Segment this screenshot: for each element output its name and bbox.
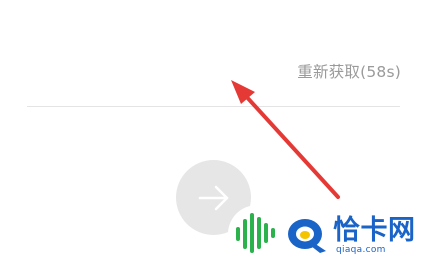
watermark-brand-name: 恰卡网 [333, 215, 416, 246]
arrow-right-icon [198, 185, 228, 210]
input-underline [27, 106, 400, 107]
watermark-q-logo-icon [288, 219, 326, 253]
verification-screen: 重新获取(58s) 恰卡网 qiaqa.com [0, 0, 425, 259]
watermark-bars-icon [236, 213, 275, 253]
watermark-domain: qiaqa.com [336, 245, 386, 255]
resend-code-countdown[interactable]: 重新获取(58s) [297, 62, 401, 82]
